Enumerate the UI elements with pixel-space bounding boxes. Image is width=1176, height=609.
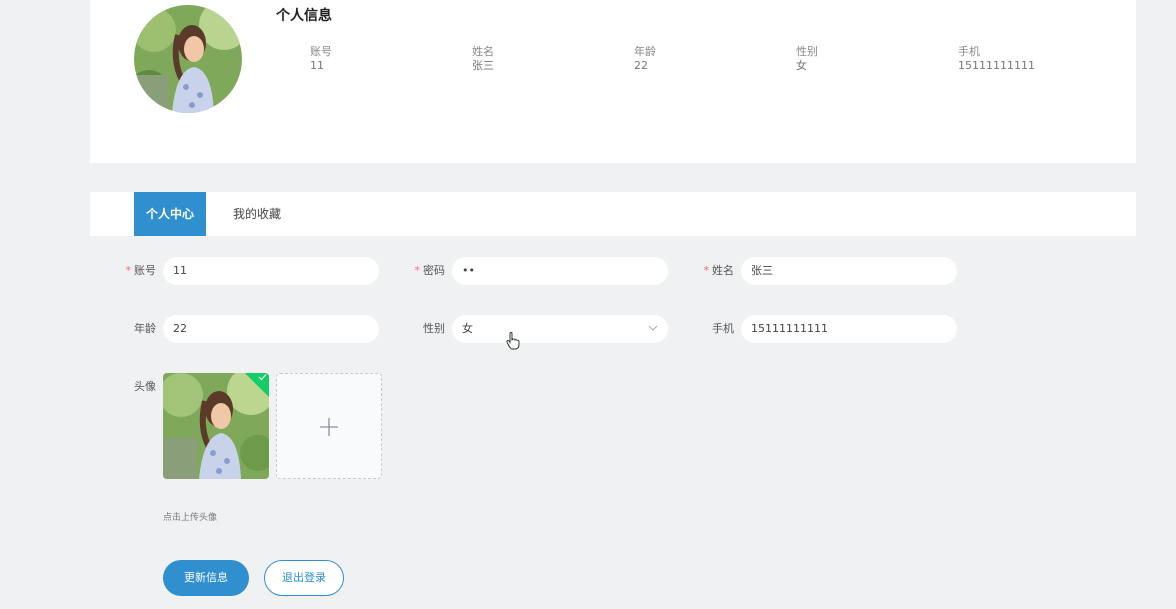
password-input[interactable]: •• bbox=[452, 257, 668, 285]
profile-field-value: 15111111111 bbox=[958, 59, 1035, 72]
tab-my-favorites[interactable]: 我的收藏 bbox=[222, 192, 292, 236]
name-label: * 姓名 bbox=[703, 264, 735, 277]
profile-field-account: 账号 11 bbox=[310, 45, 332, 73]
profile-field-label: 性别 bbox=[796, 45, 818, 58]
logout-button[interactable]: 退出登录 bbox=[264, 560, 344, 596]
profile-card: 个人信息 账号 11 姓名 张三 年龄 22 性别 女 手机 151111111… bbox=[90, 0, 1136, 163]
profile-field-value: 女 bbox=[796, 59, 807, 72]
profile-field-gender: 性别 女 bbox=[796, 45, 818, 73]
check-icon bbox=[258, 373, 267, 381]
tab-personal-center[interactable]: 个人中心 bbox=[134, 192, 206, 236]
profile-avatar bbox=[134, 5, 242, 113]
update-info-button[interactable]: 更新信息 bbox=[163, 560, 249, 596]
profile-field-value: 11 bbox=[310, 59, 324, 72]
name-input[interactable]: 张三 bbox=[741, 257, 957, 285]
age-input[interactable]: 22 bbox=[163, 315, 379, 343]
profile-field-name: 姓名 张三 bbox=[472, 45, 494, 73]
gender-select-value: 女 bbox=[462, 322, 473, 335]
profile-field-value: 22 bbox=[634, 59, 648, 72]
plus-icon bbox=[277, 374, 381, 478]
tab-bar: 个人中心 我的收藏 bbox=[90, 192, 1136, 236]
gender-select[interactable]: 女 bbox=[452, 315, 668, 343]
profile-field-label: 姓名 bbox=[472, 45, 494, 58]
password-label: * 密码 bbox=[414, 264, 446, 277]
profile-field-value: 张三 bbox=[472, 59, 494, 72]
profile-title: 个人信息 bbox=[276, 8, 332, 24]
profile-field-age: 年龄 22 bbox=[634, 45, 656, 73]
avatar-upload-button[interactable] bbox=[276, 373, 382, 479]
required-mark: * bbox=[414, 264, 421, 277]
account-label: * 账号 bbox=[125, 264, 157, 277]
gender-label: 性别 bbox=[423, 322, 445, 335]
avatar-label: 头像 bbox=[134, 380, 156, 393]
phone-input[interactable]: 15111111111 bbox=[741, 315, 957, 343]
profile-field-label: 年龄 bbox=[634, 45, 656, 58]
profile-field-label: 账号 bbox=[310, 45, 332, 58]
required-mark: * bbox=[703, 264, 710, 277]
phone-label: 手机 bbox=[712, 322, 734, 335]
account-input[interactable]: 11 bbox=[163, 257, 379, 285]
profile-field-label: 手机 bbox=[958, 45, 980, 58]
upload-tip: 点击上传头像 bbox=[163, 513, 218, 523]
age-label: 年龄 bbox=[134, 322, 156, 335]
profile-field-phone: 手机 15111111111 bbox=[958, 45, 1035, 73]
hand-pointer-icon bbox=[506, 332, 520, 350]
required-mark: * bbox=[125, 264, 132, 277]
chevron-down-icon bbox=[648, 315, 658, 343]
uploaded-avatar-thumbnail[interactable] bbox=[163, 373, 269, 479]
